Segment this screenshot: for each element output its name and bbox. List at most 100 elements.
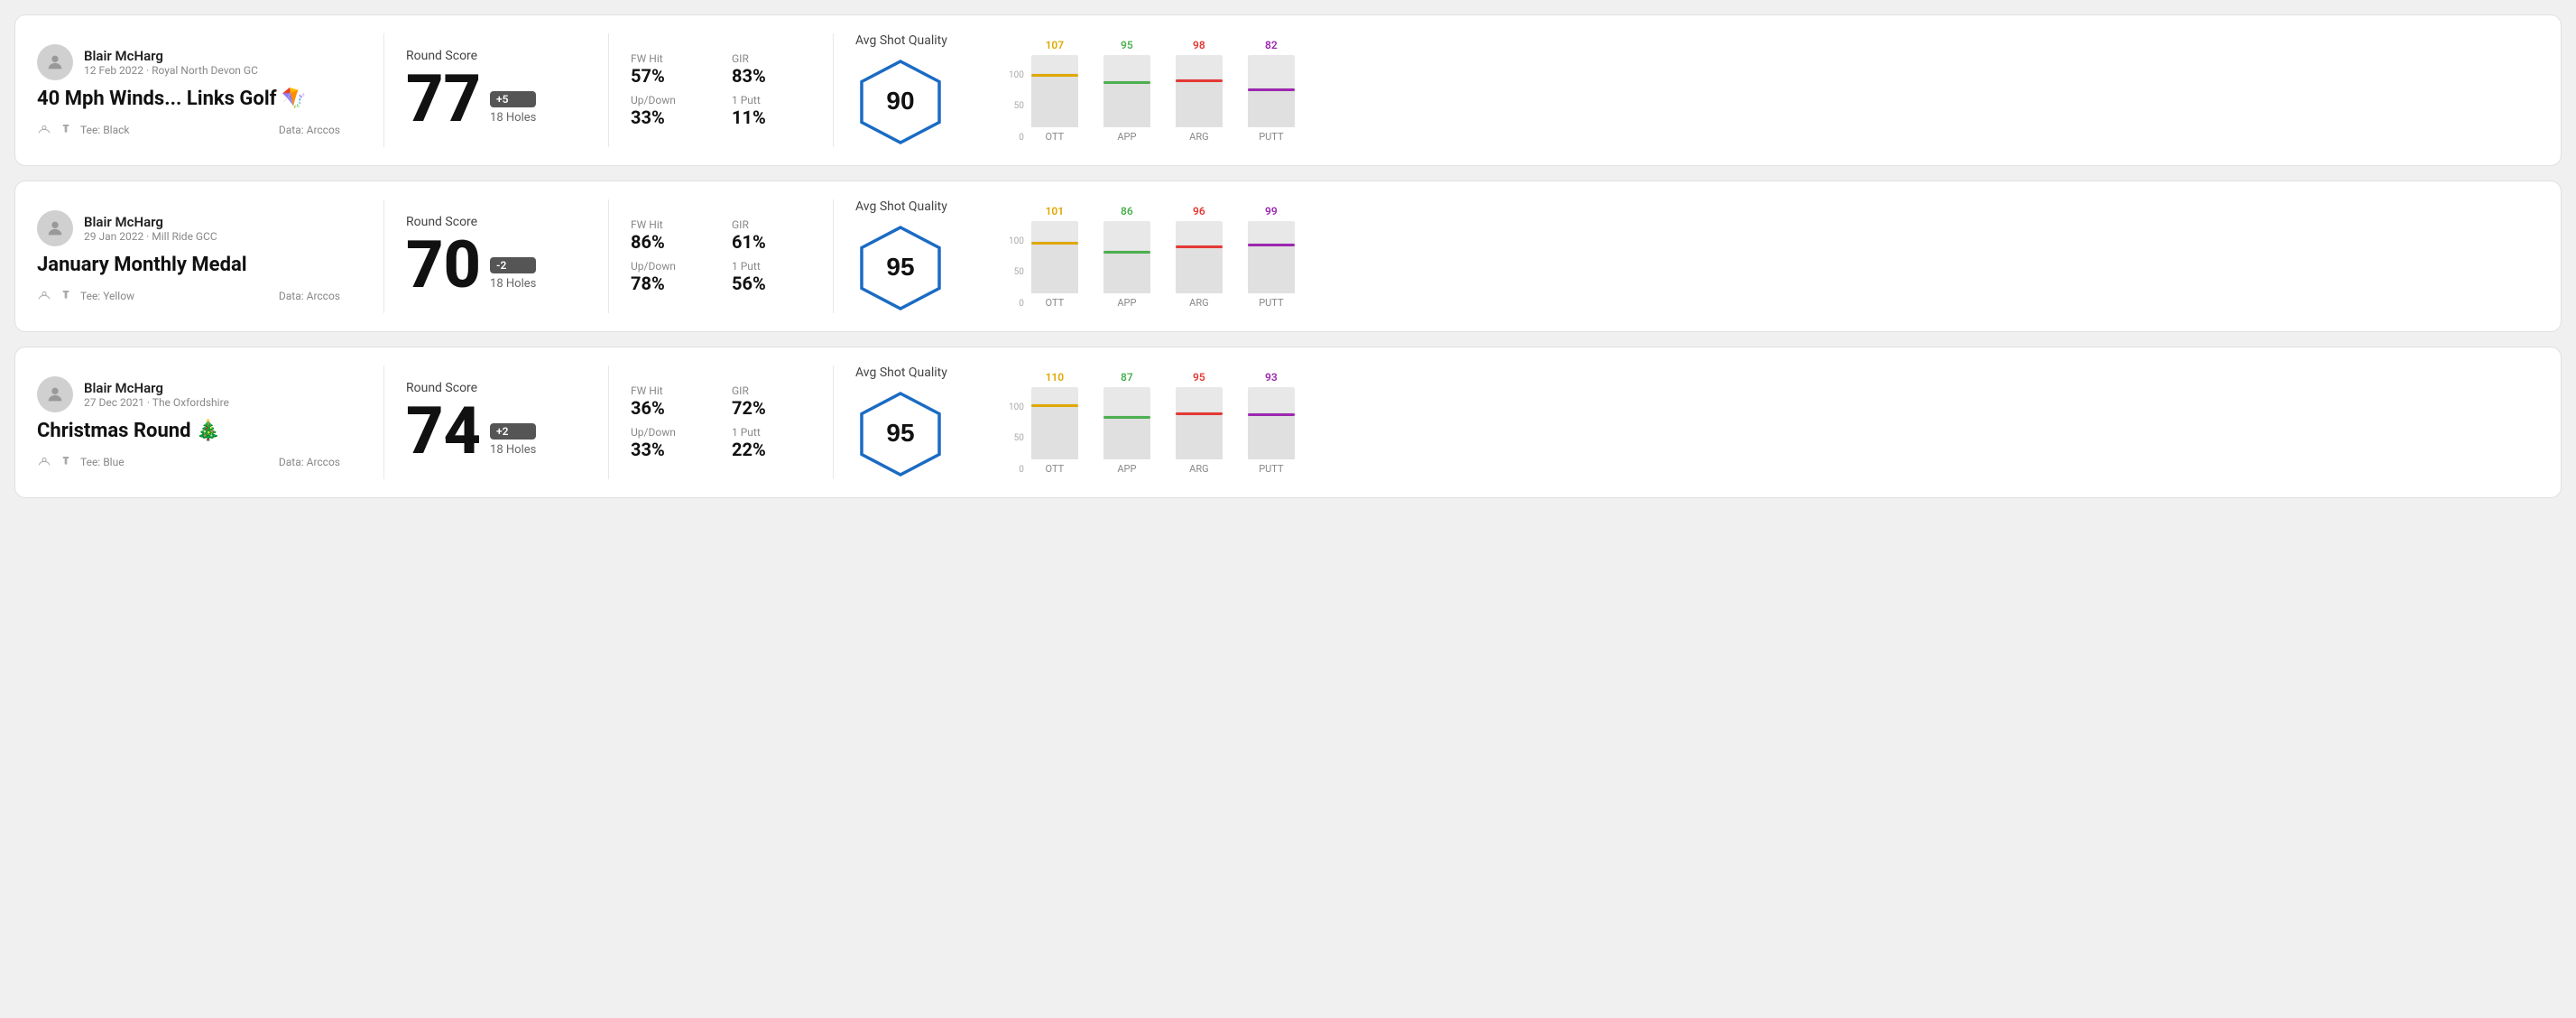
quality-label: Avg Shot Quality: [855, 33, 947, 48]
user-name: Blair McHarg: [84, 214, 217, 230]
stats-grid: FW Hit 57% GIR 83% Up/Down 33% 1 Putt 11…: [631, 52, 811, 128]
chart-col: 95 APP: [1103, 39, 1150, 143]
tee-label: Tee: Yellow: [80, 290, 134, 302]
svg-text:95: 95: [886, 253, 914, 281]
chart-col: 96 ARG: [1176, 205, 1223, 309]
bar-line: [1031, 74, 1078, 77]
stat-gir: GIR 61%: [732, 218, 811, 253]
chart-x-label: OTT: [1046, 131, 1065, 143]
chart-col: 82 PUTT: [1248, 39, 1295, 143]
hexagon-container: 95: [855, 389, 946, 479]
tee-label: Tee: Black: [80, 124, 129, 136]
bar-container: [1031, 387, 1078, 459]
round-card-round-2: Blair McHarg 29 Jan 2022 · Mill Ride GCC…: [14, 180, 2562, 332]
bar-fill: [1103, 250, 1150, 293]
stat-gir-value: 61%: [732, 231, 811, 253]
bar-fill: [1031, 73, 1078, 127]
bar-line: [1248, 244, 1295, 246]
score-badge: +2: [490, 423, 536, 440]
divider-1: [383, 33, 384, 147]
chart-top-value: 110: [1046, 371, 1065, 384]
chart-col: 99 PUTT: [1248, 205, 1295, 309]
chart-x-label: OTT: [1046, 463, 1065, 475]
chart-col: 107 OTT: [1031, 39, 1078, 143]
chart-col: 110 OTT: [1031, 371, 1078, 475]
data-source: Data: Arccos: [279, 124, 340, 136]
stat-fw-hit-value: 36%: [631, 397, 710, 419]
chart-col: 98 ARG: [1176, 39, 1223, 143]
quality-section: Avg Shot Quality 95: [855, 366, 1000, 479]
bar-container: [1176, 387, 1223, 459]
chart-bars: 107 OTT 95 APP 98: [1031, 39, 1295, 143]
divider-1: [383, 199, 384, 313]
chart-x-label: OTT: [1046, 297, 1065, 309]
stats-grid: FW Hit 36% GIR 72% Up/Down 33% 1 Putt 22…: [631, 384, 811, 460]
avatar: [37, 376, 73, 412]
bar-container: [1031, 221, 1078, 293]
stats-section: FW Hit 57% GIR 83% Up/Down 33% 1 Putt 11…: [631, 52, 811, 128]
chart-top-value: 86: [1121, 205, 1133, 217]
bar-fill: [1248, 88, 1295, 127]
tee-label: Tee: Blue: [80, 456, 125, 468]
user-row: Blair McHarg 27 Dec 2021 · The Oxfordshi…: [37, 376, 340, 412]
chart-y-axis: 100500: [1009, 403, 1024, 475]
chart-section: 100500 110 OTT 87 APP 95: [1000, 371, 2539, 475]
bar-fill: [1031, 403, 1078, 459]
divider-3: [833, 33, 834, 147]
user-info: Blair McHarg 29 Jan 2022 · Mill Ride GCC: [84, 214, 217, 243]
chart-col: 86 APP: [1103, 205, 1150, 309]
chart-top-value: 98: [1193, 39, 1205, 51]
stats-section: FW Hit 86% GIR 61% Up/Down 78% 1 Putt 56…: [631, 218, 811, 294]
score-holes: 18 Holes: [490, 277, 536, 291]
stat-updown-value: 78%: [631, 273, 710, 294]
chart-col: 87 APP: [1103, 371, 1150, 475]
bar-line: [1248, 413, 1295, 416]
stat-oneputt-value: 11%: [732, 106, 811, 128]
stat-fw-hit: FW Hit 86%: [631, 218, 710, 253]
bar-fill: [1176, 79, 1223, 127]
chart-top-value: 93: [1265, 371, 1278, 384]
score-row: 74 +2 18 Holes: [406, 399, 586, 464]
chart-top-value: 95: [1121, 39, 1133, 51]
stat-updown-label: Up/Down: [631, 426, 710, 439]
score-section: Round Score 74 +2 18 Holes: [406, 381, 586, 464]
data-source: Data: Arccos: [279, 456, 340, 468]
bar-fill: [1103, 415, 1150, 459]
stat-oneputt-label: 1 Putt: [732, 260, 811, 273]
bar-fill: [1031, 241, 1078, 293]
chart-top-value: 96: [1193, 205, 1205, 217]
tee-icon: [59, 289, 73, 303]
chart-bars: 110 OTT 87 APP 95: [1031, 371, 1295, 475]
tee-icon: [59, 455, 73, 469]
svg-text:95: 95: [886, 419, 914, 447]
chart-col: 101 OTT: [1031, 205, 1078, 309]
stat-fw-hit: FW Hit 36%: [631, 384, 710, 419]
quality-label: Avg Shot Quality: [855, 199, 947, 214]
chart-x-label: ARG: [1189, 131, 1208, 143]
stat-updown: Up/Down 78%: [631, 260, 710, 294]
bar-fill: [1176, 245, 1223, 293]
score-badge: +5: [490, 91, 536, 107]
chart-top-value: 87: [1121, 371, 1133, 384]
user-info: Blair McHarg 12 Feb 2022 · Royal North D…: [84, 48, 258, 77]
stat-gir: GIR 83%: [732, 52, 811, 87]
stat-gir-label: GIR: [732, 52, 811, 65]
divider-3: [833, 366, 834, 479]
weather-icon: [37, 123, 51, 137]
hexagon-container: 95: [855, 223, 946, 313]
stat-oneputt: 1 Putt 11%: [732, 94, 811, 128]
stat-fw-hit-value: 86%: [631, 231, 710, 253]
round-title: January Monthly Medal: [37, 254, 340, 276]
score-row: 70 -2 18 Holes: [406, 233, 586, 298]
round-title: 40 Mph Winds... Links Golf 🪁: [37, 88, 340, 110]
chart-wrapper: 100500 107 OTT 95 APP 98: [1009, 39, 2539, 143]
bar-container: [1103, 221, 1150, 293]
stat-fw-hit-label: FW Hit: [631, 218, 710, 231]
tee-info: Tee: Blue: [37, 455, 125, 469]
chart-x-label: ARG: [1189, 463, 1208, 475]
stat-updown-value: 33%: [631, 439, 710, 460]
chart-bars: 101 OTT 86 APP 96: [1031, 205, 1295, 309]
bar-container: [1248, 387, 1295, 459]
bar-fill: [1176, 412, 1223, 459]
stat-fw-hit-label: FW Hit: [631, 52, 710, 65]
